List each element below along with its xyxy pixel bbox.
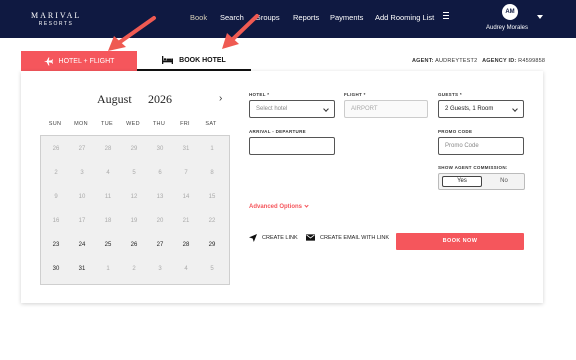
arrow-to-book-hotel-tab-icon xyxy=(222,14,259,49)
arrow-to-hotel-flight-tab-icon xyxy=(108,16,156,51)
annotation-arrows xyxy=(108,14,259,51)
